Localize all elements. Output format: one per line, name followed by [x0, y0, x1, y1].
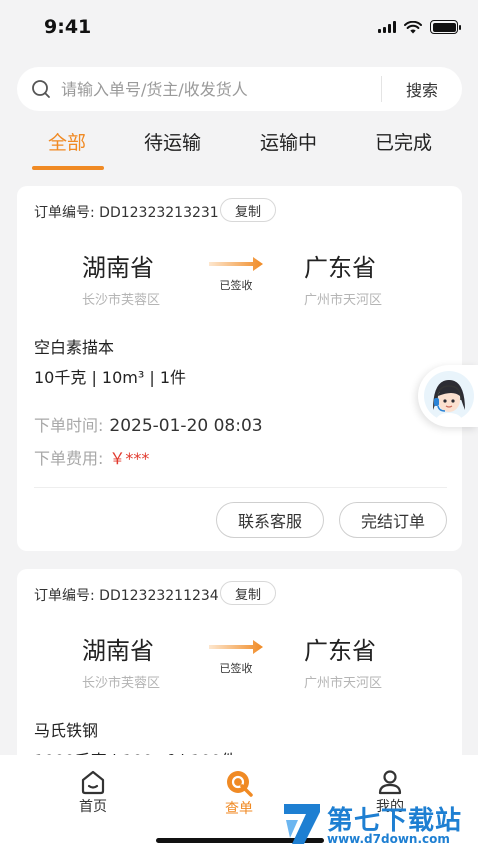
copy-button[interactable]: 复制: [220, 198, 276, 222]
cellular-signal-icon: [378, 21, 396, 33]
order-fee-value: ￥***: [109, 449, 150, 468]
route-arrow-icon: [209, 640, 263, 654]
destination-city: 广州市天河区: [304, 676, 383, 691]
search-button[interactable]: 搜索: [382, 77, 462, 101]
origin-province: 湖南省: [82, 637, 154, 665]
route-origin: 湖南省 长沙市芙蓉区: [82, 248, 160, 308]
customer-service-float-button[interactable]: [418, 365, 478, 427]
delivery-status: 已签收: [219, 662, 253, 675]
search-icon: [32, 80, 50, 98]
route-destination: 广东省 广州市天河区: [304, 248, 382, 308]
nav-home-label: 首页: [79, 799, 107, 815]
order-time-row: 下单时间: 2025-01-20 08:03: [34, 412, 263, 436]
origin-province: 湖南省: [82, 254, 154, 282]
contact-service-button[interactable]: 联系客服: [216, 502, 324, 538]
search-order-icon: [227, 771, 253, 797]
watermark-logo-icon: [284, 804, 320, 844]
order-number: 订单编号: DD12323211234: [34, 588, 219, 604]
route-origin: 湖南省 长沙市芙蓉区: [82, 631, 160, 691]
nav-home[interactable]: 首页: [63, 769, 123, 816]
status-icons: [378, 20, 461, 34]
goods-name: 空白素描本: [34, 338, 115, 357]
destination-province: 广东省: [304, 637, 376, 665]
tab-completed[interactable]: 已完成: [375, 128, 432, 155]
tab-pending-transport[interactable]: 待运输: [144, 128, 201, 155]
wifi-icon: [404, 20, 422, 33]
goods-spec: 10千克 | 10m³ | 1件: [34, 368, 187, 387]
order-time-value: 2025-01-20 08:03: [109, 416, 263, 436]
search-input[interactable]: [61, 69, 381, 109]
order-card[interactable]: 订单编号: DD12323213231 复制 湖南省 长沙市芙蓉区 已签收 广东…: [17, 186, 462, 551]
order-status-tabs: 全部 待运输 运输中 已完成: [0, 128, 478, 174]
route-destination: 广东省 广州市天河区: [304, 631, 382, 691]
order-fee-label: 下单费用:: [34, 449, 104, 468]
complete-order-button[interactable]: 完结订单: [339, 502, 447, 538]
customer-service-avatar-icon: [424, 371, 474, 422]
nav-search-order-label: 查单: [225, 801, 253, 817]
watermark-url: www.d7down.com: [327, 832, 450, 846]
status-bar: 9:41: [0, 0, 478, 56]
copy-button[interactable]: 复制: [220, 581, 276, 605]
destination-city: 广州市天河区: [304, 293, 383, 308]
order-number: 订单编号: DD12323213231: [34, 205, 219, 221]
origin-city: 长沙市芙蓉区: [82, 676, 161, 691]
origin-city: 长沙市芙蓉区: [82, 293, 161, 308]
search-bar: 搜索: [17, 67, 462, 111]
delivery-status: 已签收: [219, 279, 253, 292]
card-divider: [34, 487, 447, 488]
battery-icon: [430, 20, 461, 34]
status-time: 9:41: [44, 16, 92, 38]
route-arrow-icon: [209, 257, 263, 271]
order-fee-row: 下单费用: ￥***: [34, 445, 149, 469]
profile-icon: [378, 770, 402, 795]
nav-search-order[interactable]: 查单: [209, 769, 269, 818]
tab-in-transit[interactable]: 运输中: [260, 128, 317, 155]
home-icon: [81, 770, 105, 795]
active-tab-indicator: [32, 166, 104, 170]
tab-all[interactable]: 全部: [48, 128, 86, 155]
destination-province: 广东省: [304, 254, 376, 282]
goods-name: 马氏铁钢: [34, 721, 99, 740]
order-time-label: 下单时间:: [34, 416, 104, 435]
watermark: 第七下载站 www.d7down.com: [280, 796, 478, 850]
